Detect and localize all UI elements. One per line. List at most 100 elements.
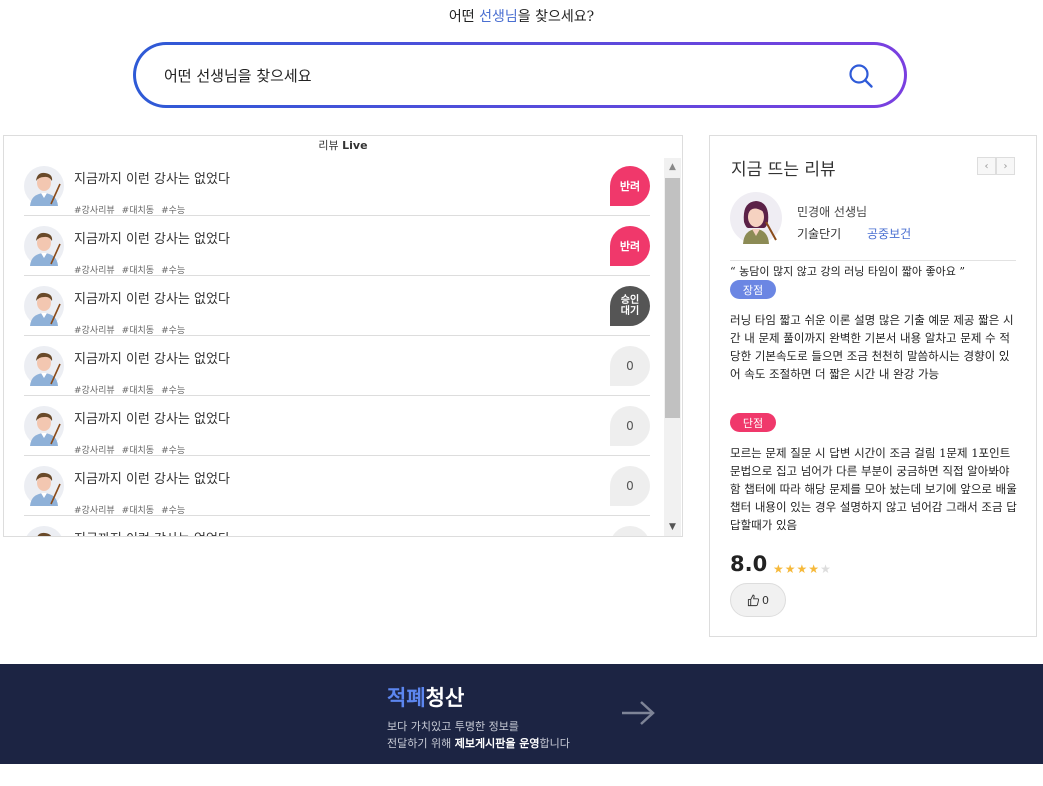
tag[interactable]: #수능 [161, 506, 185, 516]
tag[interactable]: #강사리뷰 [74, 446, 115, 456]
status-badge[interactable]: 0 [610, 526, 650, 536]
tag[interactable]: #강사리뷰 [74, 506, 115, 516]
star-filled-icon: ★ [796, 562, 809, 576]
next-button[interactable]: › [996, 157, 1015, 175]
banner-line2-suffix: 합니다 [539, 737, 570, 750]
prev-button[interactable]: ‹ [977, 157, 996, 175]
tag[interactable]: #강사리뷰 [74, 386, 115, 396]
live-review-title[interactable]: 지금까지 이런 강사는 없었다 [74, 168, 230, 187]
cons-badge: 단점 [730, 413, 776, 432]
report-banner[interactable]: 적폐청산 보다 가치있고 투명한 정보를 전달하기 위해 제보게시판을 운영합니… [0, 664, 1043, 764]
live-review-panel: 리뷰 Live 지금까지 이런 강사는 없었다 #강사리뷰 #대치동 #수능 반려 지금까… [3, 135, 683, 537]
tag[interactable]: #대치동 [122, 506, 154, 516]
search-input[interactable] [162, 63, 806, 89]
tag[interactable]: #대치동 [122, 386, 154, 396]
scroll-thumb[interactable] [665, 178, 680, 418]
live-review-row[interactable]: 지금까지 이런 강사는 없었다 #강사리뷰 #대치동 #수능 0 [24, 396, 650, 456]
page-title: 어떤 선생님을 찾으세요? [0, 6, 1043, 26]
pros-text: 러닝 타임 짧고 쉬운 이론 설명 많은 기출 예문 제공 짧은 시간 내 문제… [730, 313, 1014, 381]
star-filled-icon: ★ [773, 562, 785, 576]
star-empty-icon: ★ [820, 562, 832, 576]
star-filled-icon: ★ [808, 562, 821, 576]
search-icon[interactable] [848, 63, 874, 89]
live-review-title[interactable]: 지금까지 이런 강사는 없었다 [74, 288, 230, 307]
live-review-row[interactable]: 지금까지 이런 강사는 없었다 #강사리뷰 #대치동 #수능 승인 대기 [24, 276, 650, 336]
live-review-header: 리뷰 Live [4, 136, 682, 156]
teacher-avatar [24, 166, 64, 206]
teacher-avatar [24, 346, 64, 386]
live-review-row[interactable]: 지금까지 이런 강사는 없었다 #강사리뷰 #대치동 #수능 반려 [24, 216, 650, 276]
tag[interactable]: #강사리뷰 [74, 206, 115, 216]
arrow-right-icon[interactable] [620, 700, 656, 726]
banner-title-a: 적폐 [387, 686, 426, 710]
tag[interactable]: #대치동 [122, 206, 154, 216]
pros-badge: 장점 [730, 280, 776, 299]
banner-line2-bold: 제보게시판을 운영 [454, 737, 540, 750]
star-filled-icon: ★ [784, 562, 797, 576]
tag[interactable]: #수능 [161, 206, 185, 216]
live-header-prefix: 리뷰 [318, 139, 343, 152]
live-review-row[interactable]: 지금까지 이런 강사는 없었다 #강사리뷰 #대치동 #수능 0 [24, 336, 650, 396]
teacher-name: 민경애 선생님 [797, 205, 868, 219]
tag[interactable]: #강사리뷰 [74, 326, 115, 336]
live-review-tags: #강사리뷰 #대치동 #수능 [74, 203, 192, 216]
teacher-subject[interactable]: 공중보건 [867, 225, 911, 242]
live-review-row[interactable]: 지금까지 이런 강사는 없었다#강사리뷰#대치동#수능0 [24, 516, 650, 536]
tag[interactable]: #강사리뷰 [74, 266, 115, 276]
live-review-scrollbar[interactable]: ▲ ▼ [664, 158, 681, 536]
banner-title: 적폐청산 [387, 682, 464, 712]
teacher-avatar [24, 286, 64, 326]
like-count: 0 [762, 593, 769, 607]
live-header-bold: Live [342, 139, 368, 152]
status-badge[interactable]: 승인 대기 [610, 286, 650, 326]
live-review-tags: #강사리뷰 #대치동 #수능 [74, 503, 192, 516]
like-button[interactable]: 0 [730, 583, 786, 617]
banner-text-line2: 전달하기 위해 제보게시판을 운영합니다 [387, 735, 570, 751]
banner-line2-prefix: 전달하기 위해 [387, 737, 455, 750]
thumbs-up-icon [747, 594, 760, 606]
status-badge[interactable]: 반려 [610, 226, 650, 266]
live-review-title[interactable]: 지금까지 이런 강사는 없었다 [74, 228, 230, 247]
star-rating: ★★★★★ [773, 562, 832, 576]
status-badge[interactable]: 0 [610, 346, 650, 386]
cons-text: 모르는 문제 질문 시 답변 시간이 조금 걸림 1문제 1포인트 문법으로 집… [730, 446, 1017, 532]
teacher-avatar [24, 526, 64, 536]
banner-title-b: 청산 [425, 686, 465, 710]
tag[interactable]: #대치동 [122, 446, 154, 456]
hot-review-panel: 지금 뜨는 리뷰 ‹ › 민경애 선생님 기술단기 공중보건 “ 농담이 많지 … [709, 135, 1037, 637]
search-bar [133, 42, 907, 108]
live-review-row[interactable]: 지금까지 이런 강사는 없었다 #강사리뷰 #대치동 #수능 0 [24, 456, 650, 516]
live-review-row[interactable]: 지금까지 이런 강사는 없었다 #강사리뷰 #대치동 #수능 반려 [24, 156, 650, 216]
divider [730, 260, 1016, 261]
live-review-title[interactable]: 지금까지 이런 강사는 없었다 [74, 468, 230, 487]
hot-review-title: 지금 뜨는 리뷰 [731, 160, 836, 180]
banner-text-line1: 보다 가치있고 투명한 정보를 [387, 720, 519, 733]
scroll-up-arrow-icon[interactable]: ▲ [664, 158, 681, 176]
live-review-title[interactable]: 지금까지 이런 강사는 없었다 [74, 348, 230, 367]
live-review-tags: #강사리뷰 #대치동 #수능 [74, 323, 192, 336]
tag[interactable]: #수능 [161, 326, 185, 336]
teacher-course: 기술단기 [797, 227, 842, 241]
tag[interactable]: #수능 [161, 266, 185, 276]
status-badge[interactable]: 0 [610, 466, 650, 506]
tag[interactable]: #대치동 [122, 326, 154, 336]
live-review-title[interactable]: 지금까지 이런 강사는 없었다 [74, 528, 230, 536]
review-score: 8.0 [730, 552, 768, 576]
live-review-title[interactable]: 지금까지 이런 강사는 없었다 [74, 408, 230, 427]
teacher-avatar [24, 466, 64, 506]
teacher-avatar [730, 192, 782, 244]
live-review-tags: #강사리뷰 #대치동 #수능 [74, 383, 192, 396]
title-prefix: 어떤 [448, 9, 480, 25]
title-highlight: 선생님 [479, 9, 518, 25]
live-review-list: 지금까지 이런 강사는 없었다 #강사리뷰 #대치동 #수능 반려 지금까지 이런 강사는… [24, 156, 650, 536]
teacher-avatar [24, 226, 64, 266]
status-badge[interactable]: 반려 [610, 166, 650, 206]
title-suffix: 을 찾으세요? [517, 9, 595, 25]
status-badge[interactable]: 0 [610, 406, 650, 446]
search-bar-inner [136, 45, 904, 105]
tag[interactable]: #대치동 [122, 266, 154, 276]
tag[interactable]: #수능 [161, 446, 185, 456]
live-review-tags: #강사리뷰 #대치동 #수능 [74, 443, 192, 456]
scroll-down-arrow-icon[interactable]: ▼ [664, 518, 681, 536]
tag[interactable]: #수능 [161, 386, 185, 396]
